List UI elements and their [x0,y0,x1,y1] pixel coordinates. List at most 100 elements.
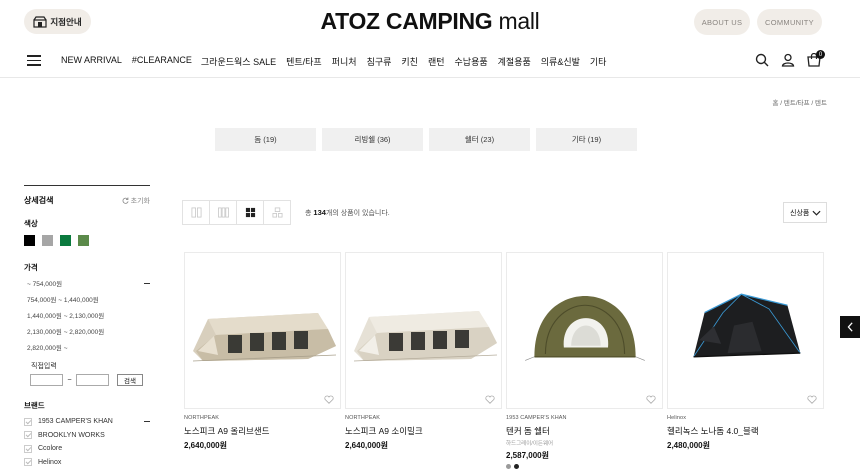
brand-filter-title: 브랜드 [24,401,45,410]
price-range-option[interactable]: 2,820,000원 ~ [27,339,150,355]
brand-option[interactable]: 1953 CAMPER'S KHAN [24,415,150,429]
price-range-option[interactable]: 2,130,000원 ~ 2,820,000원 [27,323,150,339]
product-name[interactable]: 텐커 돔 쉘터 [506,425,663,437]
nav-item-apparel[interactable]: 의류&신발 [541,55,580,68]
product-brand: 1953 CAMPER'S KHAN [506,415,567,421]
logo-light: mall [498,8,540,34]
tent-image [192,312,336,361]
nav-item-clearance[interactable]: #CLEARANCE [132,55,192,68]
chevron-down-icon [812,210,821,216]
product-image[interactable] [184,252,341,409]
color-swatches [24,235,150,246]
nav-item-etc[interactable]: 기타 [590,55,607,68]
brand-option[interactable]: BROOKLYN WORKS [24,429,150,443]
view-3col-icon[interactable] [209,200,237,225]
checkbox[interactable] [24,431,32,440]
nav-item-kitchen[interactable]: 키친 [401,55,418,68]
filter-title: 상세검색 [24,196,54,205]
product-brand: NORTHPEAK [184,415,220,421]
collapse-icon[interactable] [144,421,150,423]
category-living-shell[interactable]: 리빙쉘 (36) [322,128,423,151]
product-price: 2,480,000원 [667,441,710,450]
product-image[interactable] [345,252,502,409]
tent-image [524,295,645,361]
max-price-input[interactable] [76,374,109,386]
chevron-left-icon[interactable] [840,316,860,338]
product-image[interactable] [667,252,824,409]
price-filter-title: 가격 [24,263,38,272]
nav-divider [0,77,860,78]
product-name[interactable]: 노스피크 A9 올리브샌드 [184,425,341,437]
user-icon[interactable] [781,53,795,67]
product-card[interactable]: NORTHPEAK 노스피크 A9 올리브샌드 2,640,000원 [184,252,341,469]
view-2col-icon[interactable] [182,200,210,225]
about-us-button[interactable]: ABOUT US [694,9,750,35]
product-name[interactable]: 노스피크 A9 소이밀크 [345,425,502,437]
price-range-option[interactable]: 1,440,000원 ~ 2,130,000원 [27,307,150,323]
product-brand: NORTHPEAK [345,415,381,421]
product-price: 2,587,000원 [506,451,549,460]
heart-icon[interactable] [807,395,817,404]
color-swatch-olive[interactable] [78,235,89,246]
brand-list: 1953 CAMPER'S KHAN BROOKLYN WORKS Ccolor… [24,415,150,469]
product-brand: Helinox [667,415,687,421]
nav-item-tent-tarp[interactable]: 텐트/타프 [286,55,322,68]
reset-button[interactable]: 초기화 [122,196,150,206]
color-option-gray[interactable] [506,464,511,469]
nav-item-groundworks-sale[interactable]: 그라운드웍스 SALE [201,55,276,68]
menu-icon[interactable] [27,55,41,66]
category-shelter[interactable]: 쉘터 (23) [429,128,530,151]
nav-item-new-arrival[interactable]: NEW ARRIVAL [61,55,122,68]
subcategory-tabs: 돔 (19) 리빙쉘 (36) 쉘터 (23) 기타 (19) [215,128,637,151]
checkbox[interactable] [24,417,32,426]
logo-bold: ATOZ CAMPING [320,8,493,34]
view-mode-buttons [182,200,291,225]
view-grid-icon[interactable] [236,200,264,225]
price-search-button[interactable]: 검색 [117,374,143,386]
category-dome[interactable]: 돔 (19) [215,128,316,151]
heart-icon[interactable] [324,395,334,404]
cart-icon[interactable]: 0 [807,50,825,67]
refresh-icon [122,197,129,204]
view-list-icon[interactable] [263,200,291,225]
nav-item-lantern[interactable]: 랜턴 [428,55,445,68]
heart-icon[interactable] [485,395,495,404]
color-swatch-black[interactable] [24,235,35,246]
product-count-number: 134 [313,208,326,217]
min-price-input[interactable] [30,374,63,386]
price-range-option[interactable]: 754,000원 ~ 1,440,000원 [27,291,150,307]
price-range-option[interactable]: ~ 754,000원 [27,275,150,291]
checkbox[interactable] [24,444,32,453]
product-grid: NORTHPEAK 노스피크 A9 올리브샌드 2,640,000원 NORTH… [184,252,824,469]
product-card[interactable]: NORTHPEAK 노스피크 A9 소이밀크 2,640,000원 [345,252,502,469]
color-swatch-gray[interactable] [42,235,53,246]
product-image[interactable] [506,252,663,409]
brand-option[interactable]: Helinox [24,456,150,470]
search-icon[interactable] [755,53,769,67]
color-option-black[interactable] [514,464,519,469]
color-swatch-green[interactable] [60,235,71,246]
brand-option[interactable]: Ccolore [24,442,150,456]
price-range-list: ~ 754,000원 754,000원 ~ 1,440,000원 1,440,0… [24,275,150,355]
nav-item-bedding[interactable]: 침구류 [367,55,392,68]
collapse-icon[interactable] [144,282,150,284]
product-count: 총 134개의 상품이 있습니다. [305,208,390,217]
sort-select[interactable]: 신상품 [783,202,827,223]
main-nav: NEW ARRIVAL #CLEARANCE 그라운드웍스 SALE 텐트/타프… [61,55,616,68]
product-card[interactable]: Helinox 헬리녹스 노나돔 4.0_블랙 2,480,000원 [667,252,824,469]
heart-icon[interactable] [646,395,656,404]
checkbox[interactable] [24,458,32,467]
nav-item-storage[interactable]: 수납용품 [455,55,488,68]
product-card[interactable]: 1953 CAMPER'S KHAN 텐커 돔 쉘터 하드그레이/이든웨어 2,… [506,252,663,469]
tent-image [353,310,497,361]
cart-count-badge: 0 [816,50,825,59]
nav-item-seasonal[interactable]: 계절용품 [498,55,531,68]
nav-item-furniture[interactable]: 퍼니처 [332,55,357,68]
category-etc[interactable]: 기타 (19) [536,128,637,151]
product-option-text: 하드그레이/이든웨어 [506,441,554,447]
breadcrumb: 홈 / 텐트/타프 / 텐트 [772,100,827,107]
product-name[interactable]: 헬리녹스 노나돔 4.0_블랙 [667,425,824,437]
community-button[interactable]: COMMUNITY [757,9,822,35]
direct-input-label: 직접입력 [31,363,57,370]
tent-image [692,293,801,357]
